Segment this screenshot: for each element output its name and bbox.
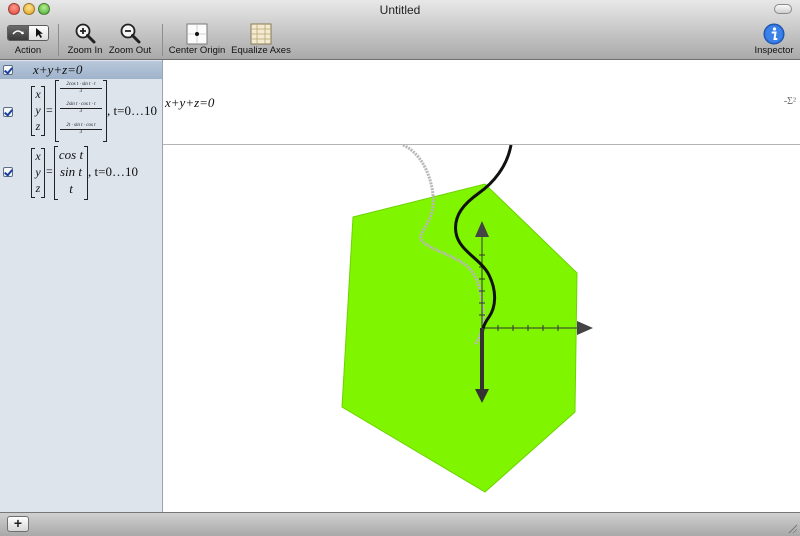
- zoom-in-label: Zoom In: [67, 45, 103, 56]
- vector-bracket: x y z: [31, 148, 45, 198]
- component-bracket: 2cos t · sin t · t 3 2sin t · cos t · t …: [55, 80, 107, 142]
- component-x: cos t: [58, 147, 84, 162]
- toolbar: Action Zoom In Zoom Out Center Origin Eq…: [0, 20, 800, 60]
- action-label: Action: [14, 45, 42, 56]
- pointer-tool-icon[interactable]: [28, 26, 48, 40]
- add-equation-button[interactable]: +: [7, 516, 29, 532]
- component-bracket: cos t sin t t: [54, 146, 88, 200]
- vector-z: z: [35, 119, 41, 133]
- inspector-label: Inspector: [754, 45, 794, 56]
- parameter-range: , t=0…10: [107, 103, 157, 118]
- component-x: 2cos t · sin t · t 3: [56, 82, 106, 95]
- toolbar-divider: [162, 24, 163, 56]
- zoom-out-label: Zoom Out: [108, 45, 152, 56]
- equation-editor[interactable]: x+y+z=0 -Σ²: [163, 60, 800, 145]
- fraction-denominator: 3: [79, 109, 83, 114]
- action-segmented-control[interactable]: [7, 25, 49, 41]
- inspector-button[interactable]: Inspector: [750, 20, 798, 59]
- bottom-bar: +: [0, 512, 800, 536]
- center-origin-label: Center Origin: [168, 45, 226, 56]
- vector-bracket: x y z: [31, 86, 45, 136]
- equation-row-plane[interactable]: x+y+z=0: [0, 61, 162, 79]
- equation-row-curve-2[interactable]: x y z = cos t sin t t , t=0…10: [0, 146, 162, 200]
- action-control[interactable]: Action: [4, 20, 52, 59]
- app-window: Untitled Action Zoom In Zoom Out Center …: [0, 0, 800, 536]
- graph-view[interactable]: [163, 145, 800, 512]
- fraction-numerator: 2cos t · sin t · t: [60, 82, 102, 89]
- component-y: sin t: [59, 164, 83, 179]
- equation-list: x+y+z=0 x y z = 2cos t · sin t · t 3 2si…: [0, 60, 163, 512]
- fraction-numerator: 2sin t · cos t · t: [60, 102, 102, 109]
- math-palette-button[interactable]: -Σ²: [784, 96, 796, 107]
- equalize-axes-label: Equalize Axes: [231, 45, 291, 56]
- zoom-in-button[interactable]: Zoom In: [64, 20, 106, 59]
- fraction-denominator: 3: [79, 130, 83, 135]
- zoom-out-icon: [120, 23, 141, 44]
- equalize-axes-icon: [250, 23, 272, 45]
- resize-grip-icon[interactable]: [787, 523, 797, 533]
- zoom-in-icon: [75, 23, 96, 44]
- center-origin-icon: [186, 23, 208, 45]
- center-origin-button[interactable]: Center Origin: [166, 20, 228, 59]
- zoom-out-button[interactable]: Zoom Out: [106, 20, 154, 59]
- equation-row-curve-1[interactable]: x y z = 2cos t · sin t · t 3 2sin t · co…: [0, 80, 162, 144]
- fraction-numerator: 2t · sin t · cos t: [60, 123, 102, 130]
- plane-surface: [341, 183, 578, 493]
- component-z: 2t · sin t · cos t 3: [56, 123, 106, 136]
- toolbar-toggle-button[interactable]: [774, 4, 792, 14]
- rotate-tool-icon[interactable]: [8, 26, 28, 40]
- title-bar: Untitled: [0, 0, 800, 20]
- equation-visibility-checkbox[interactable]: [3, 107, 13, 117]
- equation-text: x+y+z=0: [33, 62, 83, 77]
- editor-equation-text[interactable]: x+y+z=0: [165, 95, 214, 111]
- equation-visibility-checkbox[interactable]: [3, 167, 13, 177]
- component-y: 2sin t · cos t · t 3: [56, 102, 106, 115]
- equalize-axes-button[interactable]: Equalize Axes: [230, 20, 292, 59]
- vector-x: x: [35, 87, 41, 101]
- fraction-denominator: 3: [79, 89, 83, 94]
- equals-sign: =: [46, 164, 53, 178]
- info-icon: [763, 23, 785, 45]
- vector-x: x: [35, 149, 41, 163]
- parameter-range: , t=0…10: [88, 164, 138, 179]
- vector-y: y: [35, 103, 41, 117]
- component-z: t: [69, 181, 73, 196]
- equals-sign: =: [46, 103, 53, 117]
- window-title: Untitled: [379, 3, 421, 17]
- vector-y: y: [35, 165, 41, 179]
- graph-canvas[interactable]: [163, 145, 800, 512]
- toolbar-divider: [58, 24, 59, 56]
- x-axis-arrow: [577, 321, 593, 335]
- equation-visibility-checkbox[interactable]: [3, 65, 13, 75]
- vector-z: z: [35, 181, 41, 195]
